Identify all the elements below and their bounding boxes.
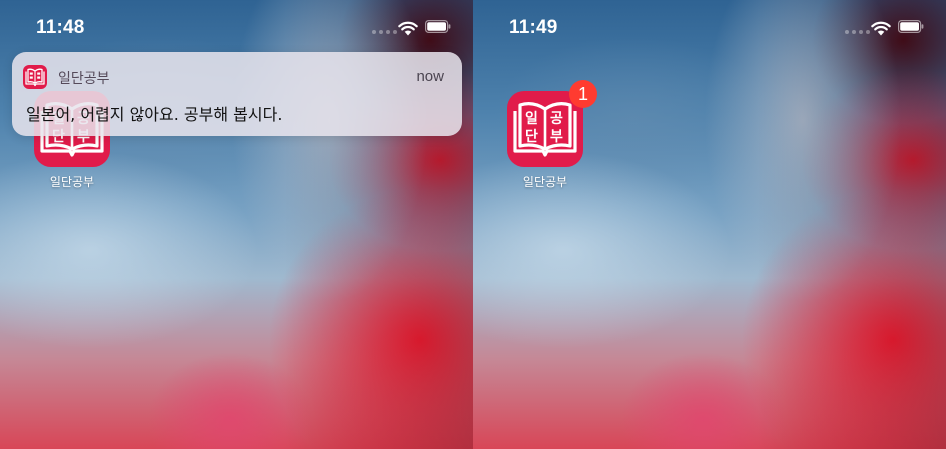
signal-icon [845,30,870,34]
iphone-screen-before: 11:48 일 단 공 부 [0,0,473,449]
notification-app-name: 일단공부 [58,71,110,87]
app-label: 일단공부 [49,175,95,189]
app-icon-glyph: 단 [525,129,538,145]
battery-icon [425,20,451,33]
app-icon[interactable]: 일 단 공 부 1 [507,80,597,167]
notification-banner[interactable]: 일단공부 now 일본어, 어렵지 않아요. 공부해 봅시다. [12,52,462,136]
notification-badge: 1 [569,80,597,108]
iphone-screen-after: 11:49 일 단 공 부 1 일단공부 [473,0,946,449]
status-time: 11:48 [36,17,85,38]
wifi-icon [398,21,418,36]
app-icon-glyph: 일 [525,111,538,127]
app-label: 일단공부 [522,175,568,189]
app-icon-glyph: 부 [550,129,563,145]
app-ildangongbu[interactable]: 일 단 공 부 1 일단공부 [507,80,597,190]
book-icon [25,68,45,87]
status-time: 11:49 [509,17,558,38]
app-icon-glyph: 공 [550,111,563,127]
notification-time: now [416,68,444,85]
notification-app-icon [23,65,47,89]
wallpaper [473,0,946,449]
battery-icon [898,20,924,33]
signal-icon [372,30,397,34]
notification-message: 일본어, 어렵지 않아요. 공부해 봅시다. [26,105,283,124]
wifi-icon [871,21,891,36]
comparison-stage: 11:48 일 단 공 부 [0,0,946,449]
